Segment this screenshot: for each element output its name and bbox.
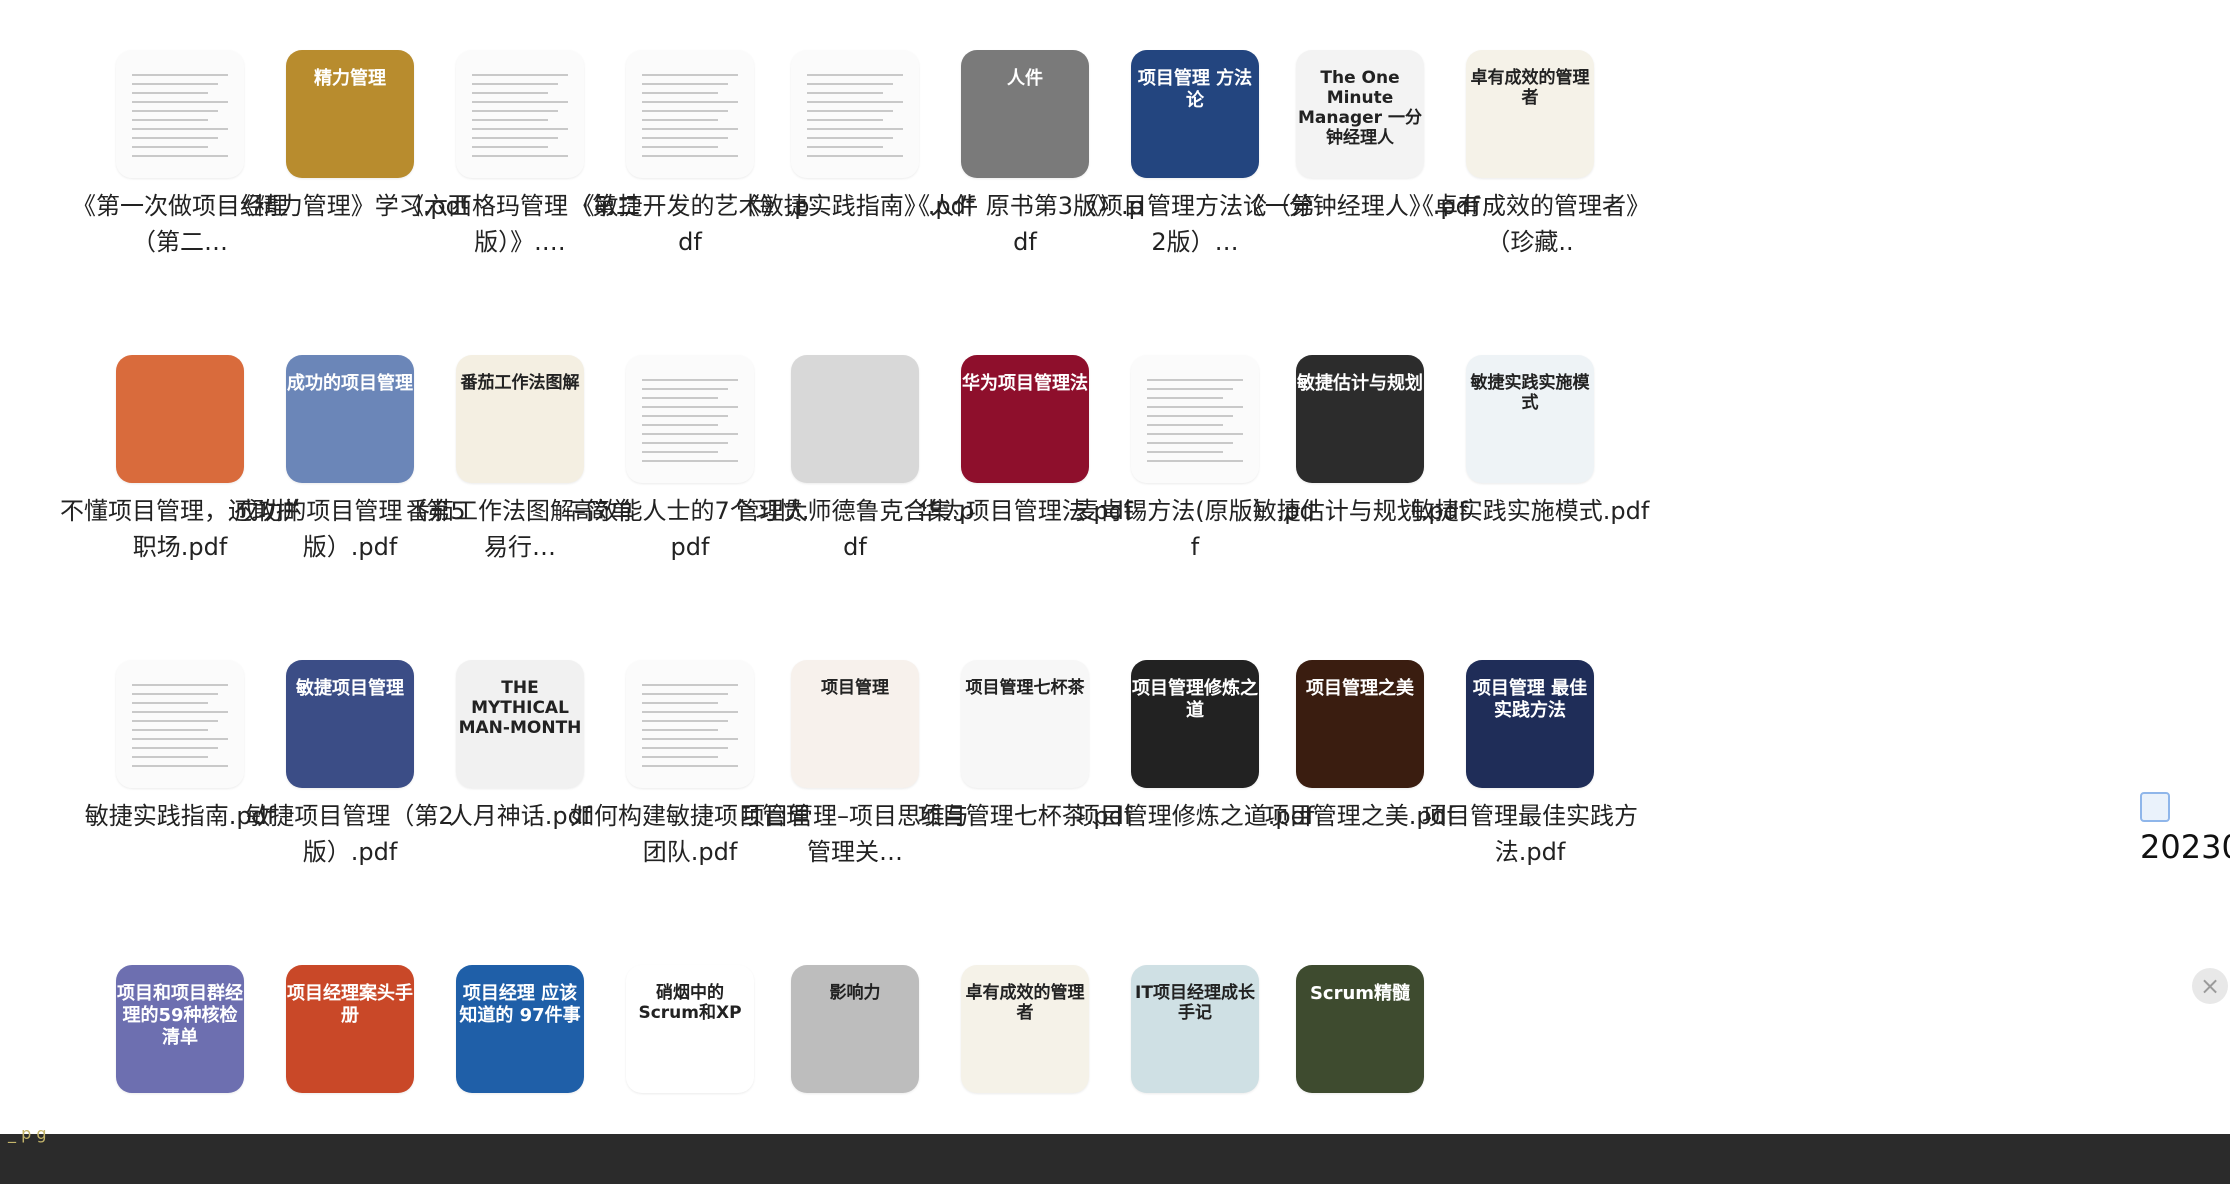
- cover-title: 人件: [1007, 68, 1043, 89]
- cover-title: 影响力: [829, 983, 881, 1003]
- file-grid: 《第一次做项目经理 （第二… 精力管理 《精力管理》学习.pdf 《六西格玛管理（第二…: [0, 0, 2230, 1120]
- file-name: 敏捷实践实施模式.pdf: [1410, 497, 1650, 525]
- cover-title: 番茄工作法图解: [460, 373, 580, 393]
- cover-title: 项目管理之美: [1306, 678, 1414, 699]
- pdf-thumbnail[interactable]: Scrum精髓: [1296, 965, 1424, 1093]
- cover-title: 敏捷项目管理: [296, 678, 404, 699]
- cover-title: 项目管理七杯茶: [965, 678, 1085, 698]
- pdf-thumbnail[interactable]: THE MYTHICAL MAN-MONTH: [456, 660, 584, 788]
- cover-title: 卓有成效的管理者: [965, 983, 1085, 1023]
- cover-title: 华为项目管理法: [962, 373, 1088, 394]
- pdf-thumbnail[interactable]: 卓有成效的管理者: [1466, 50, 1594, 178]
- pdf-thumbnail[interactable]: 项目经理 应该知道的 97件事: [456, 965, 584, 1093]
- pdf-thumbnail[interactable]: [791, 50, 919, 178]
- pdf-thumbnail[interactable]: 影响力: [791, 965, 919, 1093]
- overflow-filename-fragment: 20230: [2140, 828, 2230, 866]
- close-button[interactable]: ×: [2192, 968, 2228, 1004]
- file-name: 项目管理最佳实践方法.pdf: [1422, 802, 1638, 866]
- pdf-thumbnail[interactable]: [116, 355, 244, 483]
- cover-title: 卓有成效的管理者: [1470, 68, 1590, 108]
- pdf-thumbnail[interactable]: 华为项目管理法: [961, 355, 1089, 483]
- cover-title: The One Minute Manager 一分钟经理人: [1298, 68, 1422, 148]
- cover-title: 项目经理 应该知道的 97件事: [459, 983, 581, 1026]
- cover-title: 项目和项目群经理的59种核检清单: [117, 983, 243, 1048]
- bottom-status-bar: _ p g: [0, 1124, 2230, 1184]
- file-name: 《卓有成效的管理者》（珍藏..: [1410, 192, 1650, 256]
- cover-title: 成功的项目管理: [287, 373, 413, 394]
- file-item[interactable]: 项目管理 最佳实践方法项目管理最佳实践方法.pdf: [1410, 610, 1650, 910]
- pdf-thumbnail[interactable]: [116, 50, 244, 178]
- broken-image-icon: [2140, 792, 2170, 822]
- pdf-thumbnail[interactable]: 项目经理案头手册: [286, 965, 414, 1093]
- pdf-thumbnail[interactable]: 项目管理 最佳实践方法: [1466, 660, 1594, 788]
- pdf-thumbnail[interactable]: [791, 355, 919, 483]
- file-item[interactable]: 卓有成效的管理者《卓有成效的管理者》（珍藏..: [1410, 0, 1650, 300]
- pdf-thumbnail[interactable]: 敏捷项目管理: [286, 660, 414, 788]
- pdf-thumbnail[interactable]: 番茄工作法图解: [456, 355, 584, 483]
- pdf-thumbnail[interactable]: [116, 660, 244, 788]
- pdf-thumbnail[interactable]: 项目和项目群经理的59种核检清单: [116, 965, 244, 1093]
- status-text-fragment: _ p g: [8, 1124, 47, 1143]
- file-item[interactable]: Scrum精髓: [1240, 915, 1480, 1120]
- pdf-thumbnail[interactable]: The One Minute Manager 一分钟经理人: [1296, 50, 1424, 178]
- cover-title: 项目管理: [821, 678, 889, 698]
- pdf-thumbnail[interactable]: 卓有成效的管理者: [961, 965, 1089, 1093]
- file-item[interactable]: 敏捷实践实施模式敏捷实践实施模式.pdf: [1410, 305, 1650, 605]
- pdf-thumbnail[interactable]: 敏捷估计与规划: [1296, 355, 1424, 483]
- cover-title: Scrum精髓: [1309, 983, 1411, 1004]
- cover-title: 敏捷估计与规划: [1297, 373, 1423, 394]
- cover-title: 精力管理: [314, 68, 386, 89]
- pdf-thumbnail[interactable]: 成功的项目管理: [286, 355, 414, 483]
- pdf-thumbnail[interactable]: 项目管理之美: [1296, 660, 1424, 788]
- pdf-thumbnail[interactable]: 人件: [961, 50, 1089, 178]
- pdf-thumbnail[interactable]: 精力管理: [286, 50, 414, 178]
- cover-title: 项目管理 最佳实践方法: [1472, 678, 1588, 721]
- pdf-thumbnail[interactable]: 项目管理七杯茶: [961, 660, 1089, 788]
- pdf-thumbnail[interactable]: [456, 50, 584, 178]
- cover-title: 敏捷实践实施模式: [1470, 373, 1590, 413]
- pdf-thumbnail[interactable]: 敏捷实践实施模式: [1466, 355, 1594, 483]
- cover-title: 项目经理案头手册: [287, 983, 413, 1026]
- cover-title: THE MYTHICAL MAN-MONTH: [458, 678, 582, 738]
- pdf-thumbnail[interactable]: 项目管理: [791, 660, 919, 788]
